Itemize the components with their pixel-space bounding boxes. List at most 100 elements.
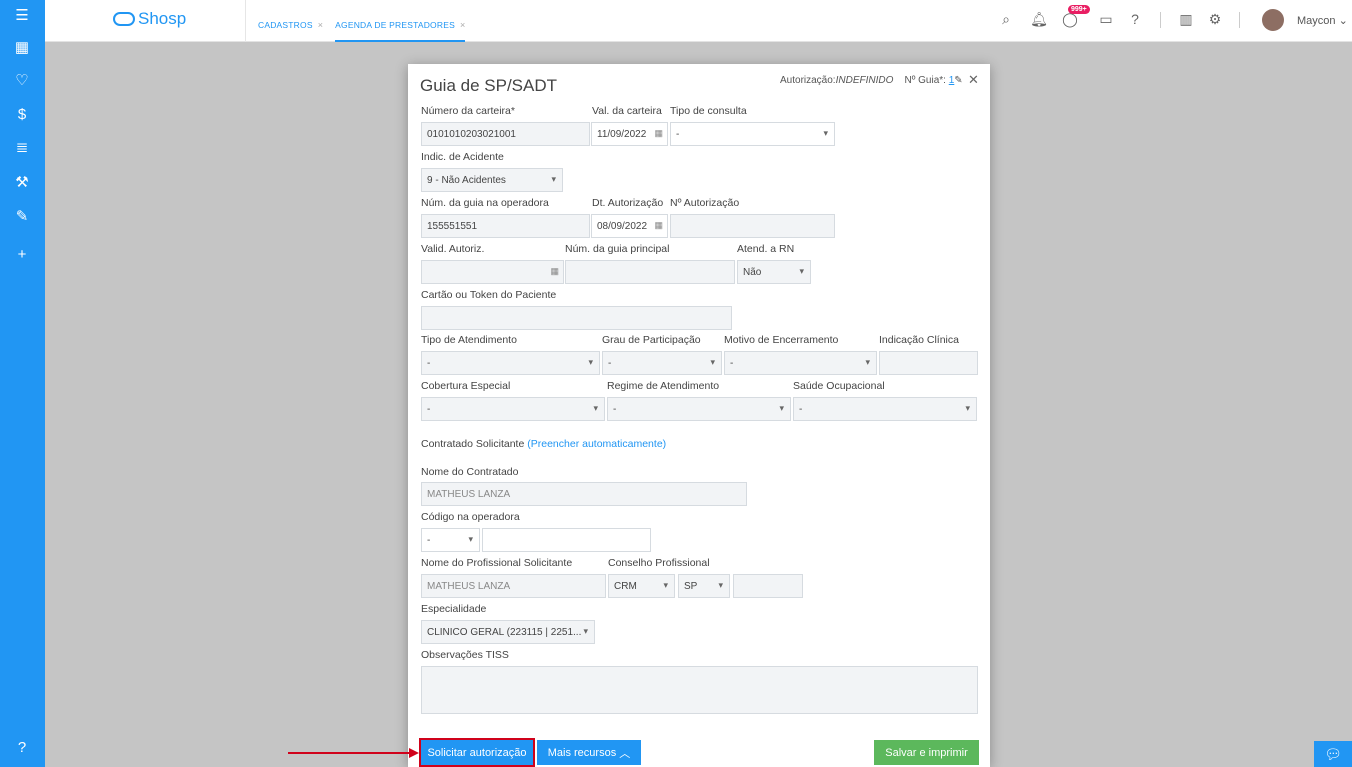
heart-icon[interactable]: ♡ xyxy=(12,70,32,90)
money-icon[interactable]: $ xyxy=(12,104,32,124)
mais-recursos-button[interactable]: Mais recursos ︿ xyxy=(537,740,641,765)
contratado-solicitante-text: Contratado Solicitante xyxy=(421,438,525,450)
preencher-automaticamente-link[interactable]: (Preencher automaticamente) xyxy=(527,438,666,450)
cloud-icon xyxy=(113,12,135,26)
search-icon[interactable]: ⌕ xyxy=(997,10,1015,28)
user-name[interactable]: Maycon ⌄ xyxy=(1297,14,1348,27)
cobertura-especial-select[interactable]: - xyxy=(421,397,605,421)
salvar-imprimir-button[interactable]: Salvar e imprimir xyxy=(874,740,979,765)
num-guia-operadora-input[interactable]: 155551551 xyxy=(421,214,590,238)
close-icon[interactable]: × xyxy=(318,20,323,30)
grau-participacao-label: Grau de Participação xyxy=(602,334,701,346)
help-circle-icon[interactable]: ? xyxy=(1126,10,1144,28)
highlight-box xyxy=(419,738,535,767)
divider xyxy=(1239,12,1240,28)
dt-autorizacao-input[interactable]: 08/09/2022 xyxy=(591,214,668,238)
close-icon[interactable]: ✕ xyxy=(968,72,979,88)
dt-autorizacao-label: Dt. Autorização xyxy=(592,197,664,209)
tools-icon[interactable]: ⚒ xyxy=(12,172,32,192)
regime-atendimento-select[interactable]: - xyxy=(607,397,791,421)
divider xyxy=(1160,12,1161,28)
regime-atendimento-label: Regime de Atendimento xyxy=(607,380,720,392)
grau-participacao-select[interactable]: - xyxy=(602,351,722,375)
cartao-token-label: Cartão ou Token do Paciente xyxy=(421,289,557,301)
notification-badge: 999+ xyxy=(1068,5,1090,14)
reports-icon[interactable]: ✎ xyxy=(12,206,32,226)
user-name-text: Maycon xyxy=(1297,15,1336,27)
close-icon[interactable]: × xyxy=(460,20,465,30)
chart-icon[interactable]: ▥ xyxy=(1177,10,1195,28)
chevron-down-icon: ⌄ xyxy=(1338,15,1348,27)
saude-ocupacional-label: Saúde Ocupacional xyxy=(793,380,885,392)
menu-icon[interactable]: ☰ xyxy=(12,5,32,25)
saude-ocupacional-select[interactable]: - xyxy=(793,397,977,421)
chat-widget-icon[interactable]: 💬︎ xyxy=(1314,741,1352,767)
num-guia-operadora-label: Núm. da guia na operadora xyxy=(421,197,549,209)
nome-contratado-input[interactable]: MATHEUS LANZA xyxy=(421,482,747,506)
codigo-operadora-select[interactable]: - xyxy=(421,528,480,552)
indic-acidente-select[interactable]: 9 - Não Acidentes xyxy=(421,168,563,192)
num-guia-principal-input[interactable] xyxy=(565,260,735,284)
tipo-atendimento-label: Tipo de Atendimento xyxy=(421,334,517,346)
logo-text: Shosp xyxy=(138,9,187,28)
tab-agenda-prestadores[interactable]: AGENDA DE PRESTADORES × xyxy=(335,0,466,42)
motivo-encerramento-label: Motivo de Encerramento xyxy=(724,334,839,346)
tipo-consulta-label: Tipo de consulta xyxy=(670,105,747,117)
nome-profissional-input[interactable]: MATHEUS LANZA xyxy=(421,574,606,598)
conselho-uf-select[interactable]: SP xyxy=(678,574,730,598)
conselho-select[interactable]: CRM xyxy=(608,574,675,598)
guia-sadt-modal: Guia de SP/SADT Autorização:INDEFINIDO N… xyxy=(408,64,990,767)
modal-title: Guia de SP/SADT xyxy=(420,76,558,95)
indic-acidente-label: Indic. de Acidente xyxy=(421,151,504,163)
observacoes-tiss-textarea[interactable] xyxy=(421,666,978,714)
tab-cadastros[interactable]: CADASTROS × xyxy=(258,0,323,42)
nome-profissional-label: Nome do Profissional Solicitante xyxy=(421,557,573,569)
tab-label: AGENDA DE PRESTADORES xyxy=(335,20,455,30)
motivo-encerramento-select[interactable]: - xyxy=(724,351,877,375)
indicacao-clinica-label: Indicação Clínica xyxy=(879,334,959,346)
mais-recursos-label: Mais recursos xyxy=(547,746,617,759)
tab-bar: CADASTROS × AGENDA DE PRESTADORES × xyxy=(245,0,477,42)
val-carteira-label: Val. da carteira xyxy=(592,105,662,117)
top-header: Shosp CADASTROS × AGENDA DE PRESTADORES × … xyxy=(45,0,1352,42)
tipo-consulta-select[interactable]: - xyxy=(670,122,835,146)
cartao-token-input[interactable] xyxy=(421,306,732,330)
val-carteira-input[interactable]: 11/09/2022 xyxy=(591,122,668,146)
especialidade-select[interactable]: CLINICO GERAL (223115 | 2251... xyxy=(421,620,595,644)
app-logo[interactable]: Shosp xyxy=(113,9,186,29)
avatar[interactable] xyxy=(1262,9,1284,31)
observacoes-tiss-label: Observações TISS xyxy=(421,649,509,661)
help-icon[interactable]: ? xyxy=(12,737,32,757)
conselho-profissional-label: Conselho Profissional xyxy=(608,557,710,569)
pencil-icon[interactable]: ✎ xyxy=(954,75,962,86)
authorization-status: Autorização:INDEFINIDO Nº Guia*: 1✎ xyxy=(780,75,963,86)
valid-autoriz-input[interactable] xyxy=(421,260,564,284)
monitor-icon[interactable]: ▭ xyxy=(1097,10,1115,28)
chevron-up-icon: ︿ xyxy=(619,747,631,760)
num-guia-principal-label: Núm. da guia principal xyxy=(565,243,670,255)
codigo-operadora-label: Código na operadora xyxy=(421,511,520,523)
num-autorizacao-label: Nº Autorização xyxy=(670,197,740,209)
carteira-input[interactable]: 0101010203021001 xyxy=(421,122,590,146)
indicacao-clinica-input[interactable] xyxy=(879,351,978,375)
tipo-atendimento-select[interactable]: - xyxy=(421,351,600,375)
add-icon[interactable]: + xyxy=(12,244,32,264)
annotation-arrow xyxy=(288,752,412,754)
atend-rn-label: Atend. a RN xyxy=(737,243,795,255)
arrowhead-icon xyxy=(409,748,419,758)
conselho-numero-input[interactable] xyxy=(733,574,803,598)
database-icon[interactable]: ≣ xyxy=(12,137,32,157)
carteira-label: Número da carteira* xyxy=(421,105,515,117)
calendar-icon[interactable]: ▦ xyxy=(12,37,32,57)
valid-autoriz-label: Valid. Autoriz. xyxy=(421,243,485,255)
codigo-operadora-input[interactable] xyxy=(482,528,651,552)
bell-icon[interactable]: 🔔︎ xyxy=(1030,10,1048,28)
atend-rn-select[interactable]: Não xyxy=(737,260,811,284)
left-rail: ☰ ▦ ♡ $ ≣ ⚒ ✎ + ? xyxy=(0,0,45,767)
auth-label: Autorização: xyxy=(780,75,836,86)
gear-icon[interactable]: ⚙ xyxy=(1206,10,1224,28)
especialidade-label: Especialidade xyxy=(421,603,487,615)
nome-contratado-label: Nome do Contratado xyxy=(421,466,519,478)
num-autorizacao-input[interactable] xyxy=(670,214,835,238)
cobertura-especial-label: Cobertura Especial xyxy=(421,380,511,392)
